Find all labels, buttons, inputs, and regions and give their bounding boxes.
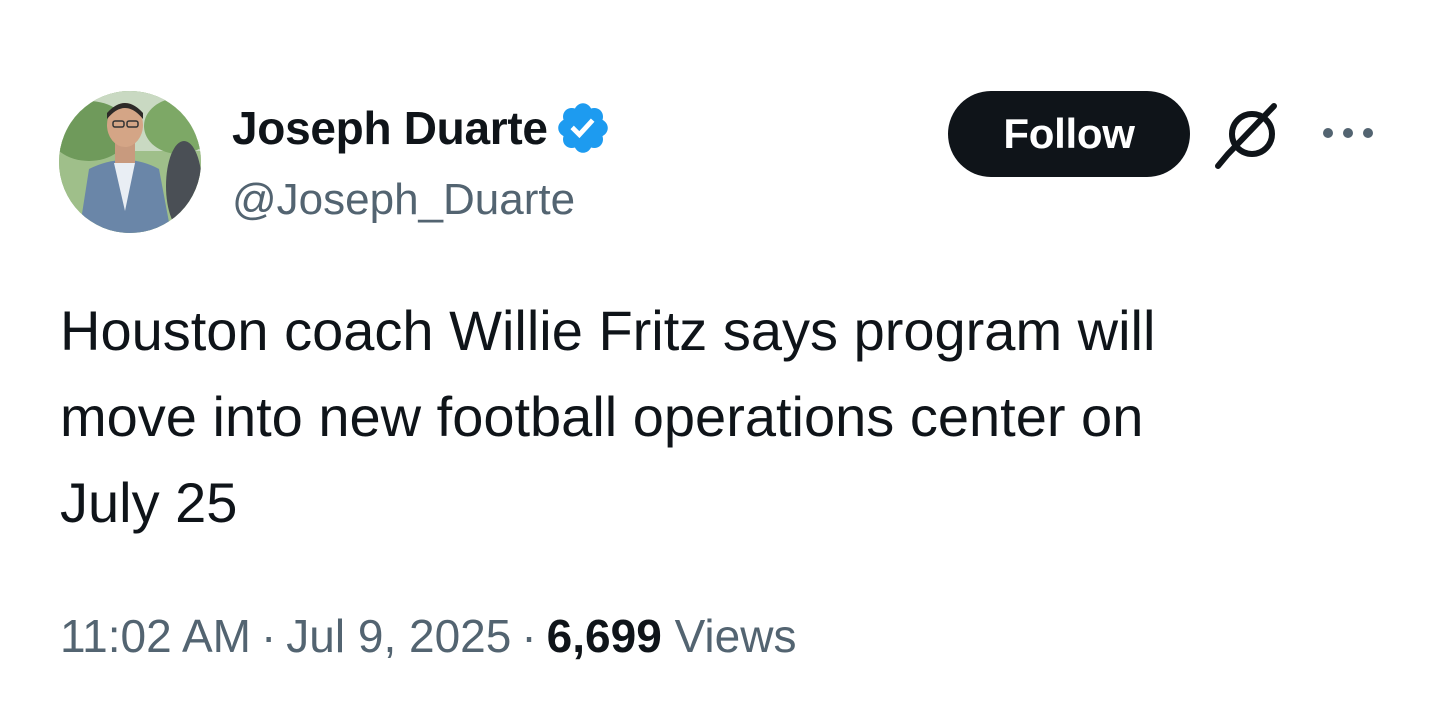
views-label: Views (674, 610, 797, 662)
tweet-meta: 11:02 AM · Jul 9, 2025 · 6,699 Views (60, 604, 796, 668)
meta-separator: · (521, 610, 537, 662)
grok-icon[interactable] (1214, 100, 1286, 170)
avatar[interactable] (59, 91, 201, 233)
views-count: 6,699 (546, 610, 662, 662)
tweet-text-line: Houston coach Willie Fritz says program … (60, 299, 1156, 362)
author-handle[interactable]: @Joseph_Duarte (232, 172, 575, 228)
tweet-text: Houston coach Willie Fritz says program … (60, 288, 1380, 546)
author-name-row: Joseph Duarte (232, 100, 612, 156)
tweet-time[interactable]: 11:02 AM (60, 610, 251, 662)
tweet-text-line: July 25 (60, 471, 238, 534)
verified-badge-icon[interactable] (554, 99, 612, 157)
tweet-date[interactable]: Jul 9, 2025 (286, 610, 511, 662)
tweet-card: Joseph Duarte @Joseph_Duarte Follow Hous… (0, 0, 1440, 727)
display-name[interactable]: Joseph Duarte (232, 100, 548, 156)
follow-button[interactable]: Follow (948, 91, 1190, 177)
meta-separator: · (260, 610, 277, 662)
avatar-photo (59, 91, 201, 233)
tweet-text-line: move into new football operations center… (60, 385, 1144, 448)
more-horizontal-icon[interactable] (1318, 118, 1378, 148)
